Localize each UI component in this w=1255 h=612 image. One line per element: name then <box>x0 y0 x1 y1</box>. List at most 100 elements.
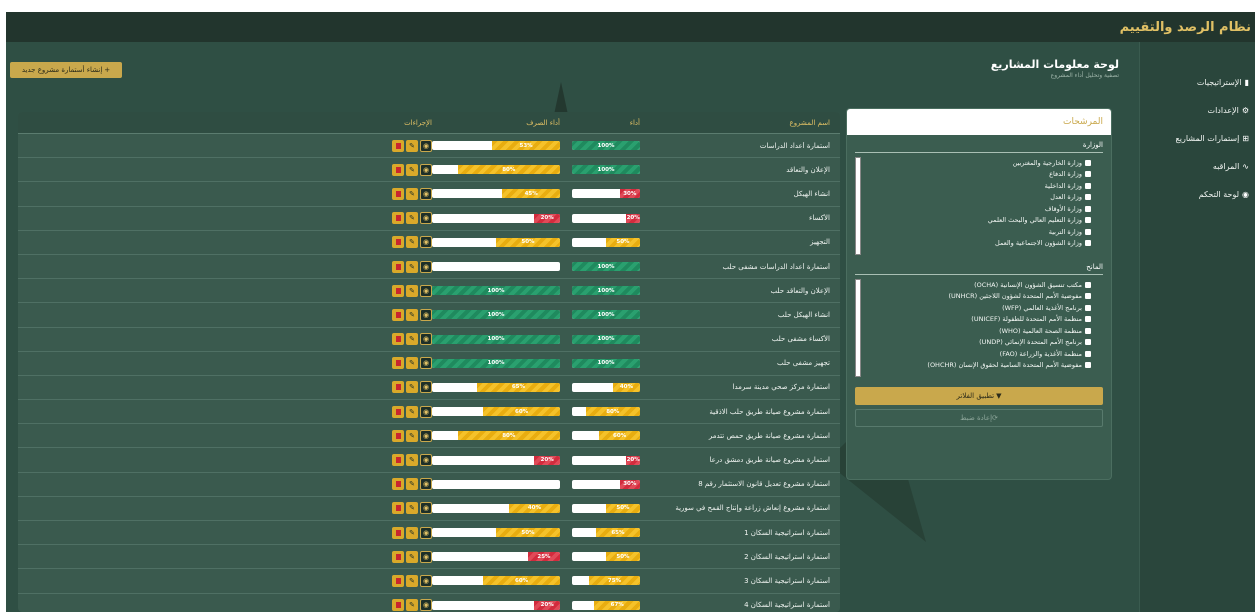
delete-icon[interactable] <box>392 163 404 176</box>
donor-option[interactable]: مكتب تنسيق الشؤون الإنسانية (OCHA) <box>855 279 1103 291</box>
checkbox-icon[interactable] <box>1085 293 1091 300</box>
delete-icon[interactable] <box>392 502 404 515</box>
donor-option[interactable]: مفوضية الأمم المتحدة السامية لحقوق الإنس… <box>855 360 1103 372</box>
edit-icon[interactable]: ✎ <box>406 574 418 587</box>
ministry-option[interactable]: وزارة العدل <box>855 192 1103 204</box>
apply-filters-button[interactable]: ▼ تطبيق الفلاتر <box>855 387 1103 405</box>
edit-icon[interactable]: ✎ <box>406 454 418 467</box>
ministry-option[interactable]: وزارة الأوقاف <box>855 203 1103 215</box>
checkbox-icon[interactable] <box>1085 281 1091 288</box>
view-icon[interactable]: ◉ <box>420 550 432 563</box>
edit-icon[interactable]: ✎ <box>406 187 418 200</box>
donor-multiselect[interactable]: مكتب تنسيق الشؤون الإنسانية (OCHA) مفوضية… <box>855 279 1103 377</box>
delete-icon[interactable] <box>392 478 404 491</box>
delete-icon[interactable] <box>392 574 404 587</box>
delete-icon[interactable] <box>392 357 404 370</box>
delete-icon[interactable] <box>392 333 404 346</box>
checkbox-icon[interactable] <box>1085 362 1091 369</box>
edit-icon[interactable]: ✎ <box>406 478 418 491</box>
edit-icon[interactable]: ✎ <box>406 357 418 370</box>
delete-icon[interactable] <box>392 599 404 612</box>
edit-icon[interactable]: ✎ <box>406 550 418 563</box>
view-icon[interactable]: ◉ <box>420 478 432 491</box>
view-icon[interactable]: ◉ <box>420 381 432 394</box>
ministry-scrollbar[interactable] <box>855 157 861 255</box>
view-icon[interactable]: ◉ <box>420 333 432 346</box>
delete-icon[interactable] <box>392 187 404 200</box>
sidebar-item-project-forms[interactable]: ⊞ إستمارات المشاريع <box>1140 124 1255 152</box>
edit-icon[interactable]: ✎ <box>406 260 418 273</box>
edit-icon[interactable]: ✎ <box>406 236 418 249</box>
delete-icon[interactable] <box>392 236 404 249</box>
view-icon[interactable]: ◉ <box>420 212 432 225</box>
delete-icon[interactable] <box>392 212 404 225</box>
checkbox-icon[interactable] <box>1085 205 1091 212</box>
edit-icon[interactable]: ✎ <box>406 405 418 418</box>
donor-option[interactable]: منظمة الأغذية والزراعة (FAO) <box>855 348 1103 360</box>
view-icon[interactable]: ◉ <box>420 236 432 249</box>
delete-icon[interactable] <box>392 550 404 563</box>
edit-icon[interactable]: ✎ <box>406 381 418 394</box>
checkbox-icon[interactable] <box>1085 217 1091 224</box>
donor-option[interactable]: برنامج الأمم المتحدة الإنمائي (UNDP) <box>855 337 1103 349</box>
edit-icon[interactable]: ✎ <box>406 212 418 225</box>
ministry-option[interactable]: وزارة الشؤون الاجتماعية والعمل <box>855 238 1103 250</box>
view-icon[interactable]: ◉ <box>420 454 432 467</box>
view-icon[interactable]: ◉ <box>420 139 432 152</box>
checkbox-icon[interactable] <box>1085 159 1091 166</box>
new-project-form-button[interactable]: + إنشاء أستمارة مشروع جديد <box>10 62 122 78</box>
view-icon[interactable]: ◉ <box>420 308 432 321</box>
delete-icon[interactable] <box>392 381 404 394</box>
checkbox-icon[interactable] <box>1085 182 1091 189</box>
view-icon[interactable]: ◉ <box>420 260 432 273</box>
donor-option[interactable]: مفوضية الأمم المتحدة لشؤون اللاجئين (UNH… <box>855 291 1103 303</box>
view-icon[interactable]: ◉ <box>420 163 432 176</box>
view-icon[interactable]: ◉ <box>420 187 432 200</box>
view-icon[interactable]: ◉ <box>420 284 432 297</box>
checkbox-icon[interactable] <box>1085 350 1091 357</box>
sidebar-item-monitoring[interactable]: ∿ المراقبه <box>1140 152 1255 180</box>
view-icon[interactable]: ◉ <box>420 574 432 587</box>
edit-icon[interactable]: ✎ <box>406 333 418 346</box>
edit-icon[interactable]: ✎ <box>406 599 418 612</box>
view-icon[interactable]: ◉ <box>420 429 432 442</box>
ministry-option[interactable]: وزارة التربية <box>855 226 1103 238</box>
edit-icon[interactable]: ✎ <box>406 526 418 539</box>
edit-icon[interactable]: ✎ <box>406 139 418 152</box>
view-icon[interactable]: ◉ <box>420 405 432 418</box>
edit-icon[interactable]: ✎ <box>406 284 418 297</box>
ministry-option[interactable]: وزارة الخارجية والمغتربين <box>855 157 1103 169</box>
checkbox-icon[interactable] <box>1085 194 1091 201</box>
checkbox-icon[interactable] <box>1085 316 1091 323</box>
delete-icon[interactable] <box>392 308 404 321</box>
edit-icon[interactable]: ✎ <box>406 163 418 176</box>
donor-option[interactable]: برنامج الأغذية العالمي (WFP) <box>855 302 1103 314</box>
reset-filters-button[interactable]: ⟳ إعادة ضبط <box>855 409 1103 427</box>
ministry-multiselect[interactable]: وزارة الخارجية والمغتربين وزارة الدفاع وزا… <box>855 157 1103 255</box>
sidebar-item-settings[interactable]: ⚙ الإعدادات <box>1140 96 1255 124</box>
donor-option[interactable]: منظمة الأمم المتحدة للطفولة (UNICEF) <box>855 314 1103 326</box>
ministry-option[interactable]: وزارة التعليم العالي والبحث العلمي <box>855 215 1103 227</box>
view-icon[interactable]: ◉ <box>420 502 432 515</box>
edit-icon[interactable]: ✎ <box>406 308 418 321</box>
delete-icon[interactable] <box>392 139 404 152</box>
donor-option[interactable]: منظمة الصحة العالمية (WHO) <box>855 325 1103 337</box>
donor-scrollbar[interactable] <box>855 279 861 377</box>
view-icon[interactable]: ◉ <box>420 526 432 539</box>
view-icon[interactable]: ◉ <box>420 599 432 612</box>
delete-icon[interactable] <box>392 405 404 418</box>
checkbox-icon[interactable] <box>1085 240 1091 247</box>
sidebar-item-strategies[interactable]: ▮ الإستراتيجيات <box>1140 68 1255 96</box>
sidebar-item-dashboard[interactable]: ◉ لوحة التحكم <box>1140 180 1255 208</box>
delete-icon[interactable] <box>392 454 404 467</box>
delete-icon[interactable] <box>392 284 404 297</box>
edit-icon[interactable]: ✎ <box>406 429 418 442</box>
ministry-option[interactable]: وزارة الدفاع <box>855 169 1103 181</box>
checkbox-icon[interactable] <box>1085 339 1091 346</box>
edit-icon[interactable]: ✎ <box>406 502 418 515</box>
delete-icon[interactable] <box>392 260 404 273</box>
checkbox-icon[interactable] <box>1085 304 1091 311</box>
delete-icon[interactable] <box>392 429 404 442</box>
checkbox-icon[interactable] <box>1085 327 1091 334</box>
ministry-option[interactable]: وزارة الداخلية <box>855 180 1103 192</box>
